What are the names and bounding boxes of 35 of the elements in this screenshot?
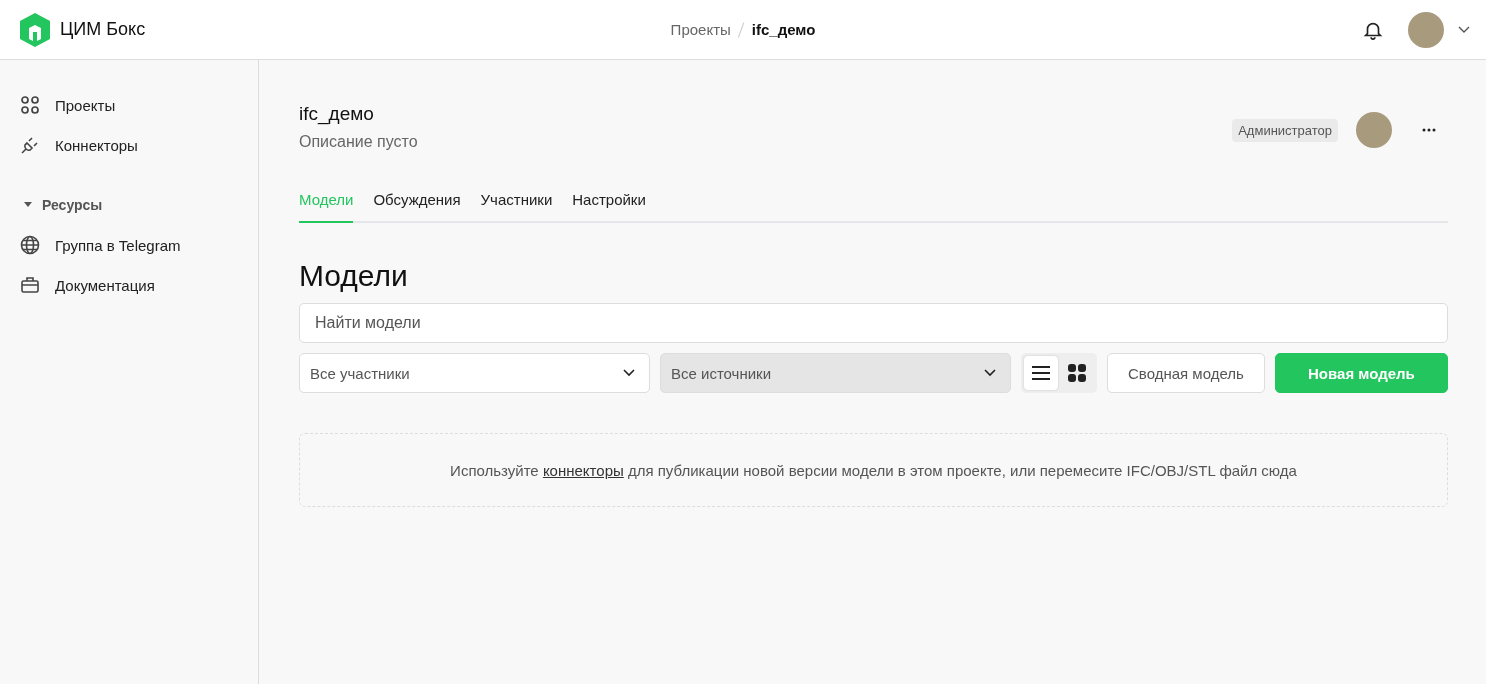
- tab[interactable]: Обсуждения: [373, 181, 461, 223]
- chevron-down-icon: [984, 369, 996, 377]
- sidebar-item[interactable]: Коннекторы: [20, 125, 238, 165]
- tab[interactable]: Участники: [480, 181, 553, 223]
- chevron-down-icon[interactable]: [1458, 25, 1470, 34]
- breadcrumb: ifc_демо: [751, 21, 816, 38]
- briefcase-icon: [20, 275, 40, 295]
- caret-icon: [24, 202, 32, 208]
- sidebar-section-toggle[interactable]: Ресурсы: [20, 185, 238, 225]
- tab[interactable]: Настройки: [572, 181, 646, 223]
- federated-model-button[interactable]: Сводная модель: [1107, 353, 1265, 393]
- globe-icon: [20, 235, 40, 255]
- more-options-icon[interactable]: [1422, 128, 1436, 132]
- role-badge: Администратор: [1232, 118, 1338, 142]
- sidebar-item[interactable]: Проекты: [20, 85, 238, 125]
- plug-icon: [20, 135, 40, 155]
- sidebar-item[interactable]: Документация: [20, 265, 238, 305]
- breadcrumb[interactable]: Проекты: [670, 21, 731, 38]
- grid-icon: [1067, 363, 1087, 383]
- grid-icon: [20, 95, 40, 115]
- dropzone-hint: Используйте коннекторы для публикации новой версии модели в этом проекте, или перемесите IFC/OBJ/STL файл сюда: [450, 461, 1297, 479]
- connectors-link[interactable]: коннекторы: [542, 461, 624, 479]
- list-view-button[interactable]: [1024, 356, 1058, 390]
- chevron-down-icon: [623, 369, 635, 377]
- project-title: ifc_демо: [299, 103, 375, 125]
- section-heading: Модели: [299, 259, 409, 293]
- list-icon: [1031, 366, 1051, 380]
- sidebar-item[interactable]: Группа в Telegram: [20, 225, 238, 265]
- search-field[interactable]: Найти модели: [299, 303, 1448, 343]
- dropzone[interactable]: Используйте коннекторы для публикации новой версии модели в этом проекте, или перемесите IFC/OBJ/STL файл сюда: [299, 433, 1448, 507]
- member-avatar[interactable]: [1356, 112, 1392, 148]
- project-description: Описание пусто: [299, 133, 418, 151]
- app-name: ЦИМ Бокс: [60, 19, 146, 40]
- user-avatar[interactable]: [1408, 11, 1444, 48]
- filter-dropdown[interactable]: Все участники: [299, 353, 650, 393]
